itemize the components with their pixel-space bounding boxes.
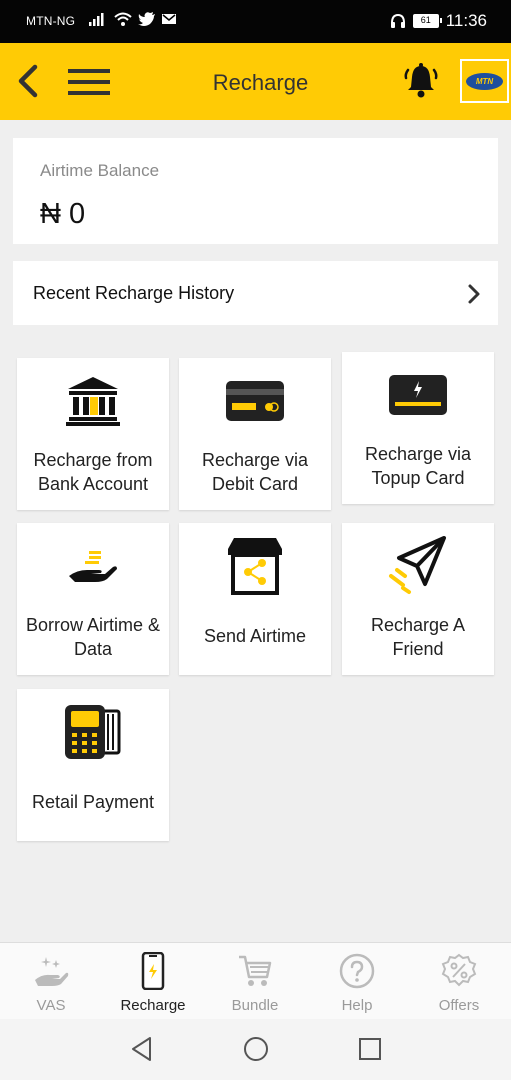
nav-label: Recharge bbox=[120, 997, 186, 1014]
nav-item-recharge[interactable]: Recharge bbox=[102, 943, 204, 1020]
app-header: Recharge MTN bbox=[0, 43, 511, 120]
tile-label: Recharge via Debit Card bbox=[201, 450, 309, 494]
debit-card-icon bbox=[226, 381, 284, 421]
pos-terminal-icon bbox=[65, 705, 121, 759]
tile-label: Send Airtime bbox=[203, 626, 307, 646]
tile-recharge-friend[interactable]: Recharge A Friend bbox=[342, 523, 494, 675]
borrow-hand-icon bbox=[69, 551, 117, 582]
tile-recharge-topup-card[interactable]: Recharge via Topup Card bbox=[342, 352, 494, 504]
tile-retail-payment[interactable]: Retail Payment bbox=[17, 689, 169, 841]
tile-send-airtime[interactable]: Send Airtime bbox=[179, 523, 331, 675]
tile-label: Recharge from Bank Account bbox=[33, 450, 153, 494]
mail-icon bbox=[162, 14, 176, 24]
balance-label: Airtime Balance bbox=[40, 161, 160, 180]
mtn-logo-text: MTN bbox=[466, 72, 503, 90]
chevron-right-icon bbox=[468, 284, 480, 304]
system-navigation-bar bbox=[0, 1019, 511, 1080]
tile-label: Retail Payment bbox=[31, 792, 155, 812]
mtn-logo[interactable]: MTN bbox=[460, 59, 509, 103]
airtime-balance-card: Airtime Balance ₦ 0 bbox=[13, 138, 498, 244]
share-shop-icon bbox=[228, 538, 282, 595]
nav-label: Help bbox=[341, 997, 373, 1014]
topup-card-icon bbox=[389, 375, 447, 415]
nav-label: VAS bbox=[36, 997, 66, 1014]
tile-recharge-debit-card[interactable]: Recharge via Debit Card bbox=[179, 358, 331, 510]
signal-icon bbox=[89, 13, 104, 26]
notification-bell-icon[interactable] bbox=[403, 62, 439, 100]
question-icon bbox=[339, 953, 375, 989]
status-bar: MTN-NG 61 11:36 bbox=[0, 0, 511, 43]
recent-recharge-history-row[interactable]: Recent Recharge History bbox=[13, 261, 498, 325]
tile-label: Recharge via Topup Card bbox=[364, 444, 472, 488]
wifi-icon bbox=[114, 12, 132, 26]
headset-icon bbox=[390, 13, 405, 28]
nav-label: Bundle bbox=[231, 997, 279, 1014]
nav-item-vas[interactable]: VAS bbox=[0, 943, 102, 1020]
cart-icon bbox=[239, 955, 272, 986]
nav-item-help[interactable]: Help bbox=[306, 943, 408, 1020]
percent-badge-icon bbox=[441, 953, 477, 987]
twitter-icon bbox=[138, 12, 155, 26]
carrier-name: MTN-NG bbox=[26, 14, 76, 28]
battery-indicator: 61 bbox=[412, 14, 442, 28]
sparkle-hand-icon bbox=[35, 957, 69, 986]
tile-borrow-airtime[interactable]: Borrow Airtime & Data bbox=[17, 523, 169, 675]
nav-item-bundle[interactable]: Bundle bbox=[204, 943, 306, 1020]
tile-recharge-bank[interactable]: Recharge from Bank Account bbox=[17, 358, 169, 510]
system-recents-icon[interactable] bbox=[357, 1036, 383, 1062]
bank-icon bbox=[66, 377, 120, 426]
phone-charge-icon bbox=[141, 952, 165, 990]
clock: 11:36 bbox=[445, 11, 487, 30]
system-home-icon[interactable] bbox=[243, 1036, 269, 1062]
tile-label: Borrow Airtime & Data bbox=[25, 615, 161, 659]
tile-label: Recharge A Friend bbox=[370, 615, 466, 659]
paper-plane-icon bbox=[389, 536, 446, 594]
system-back-icon[interactable] bbox=[129, 1036, 155, 1062]
history-label: Recent Recharge History bbox=[33, 283, 235, 303]
nav-label: Offers bbox=[438, 997, 480, 1014]
balance-value: ₦ 0 bbox=[40, 198, 86, 230]
nav-item-offers[interactable]: Offers bbox=[408, 943, 510, 1020]
bottom-navigation: VAS Recharge Bundle Help Offers bbox=[0, 942, 511, 1019]
